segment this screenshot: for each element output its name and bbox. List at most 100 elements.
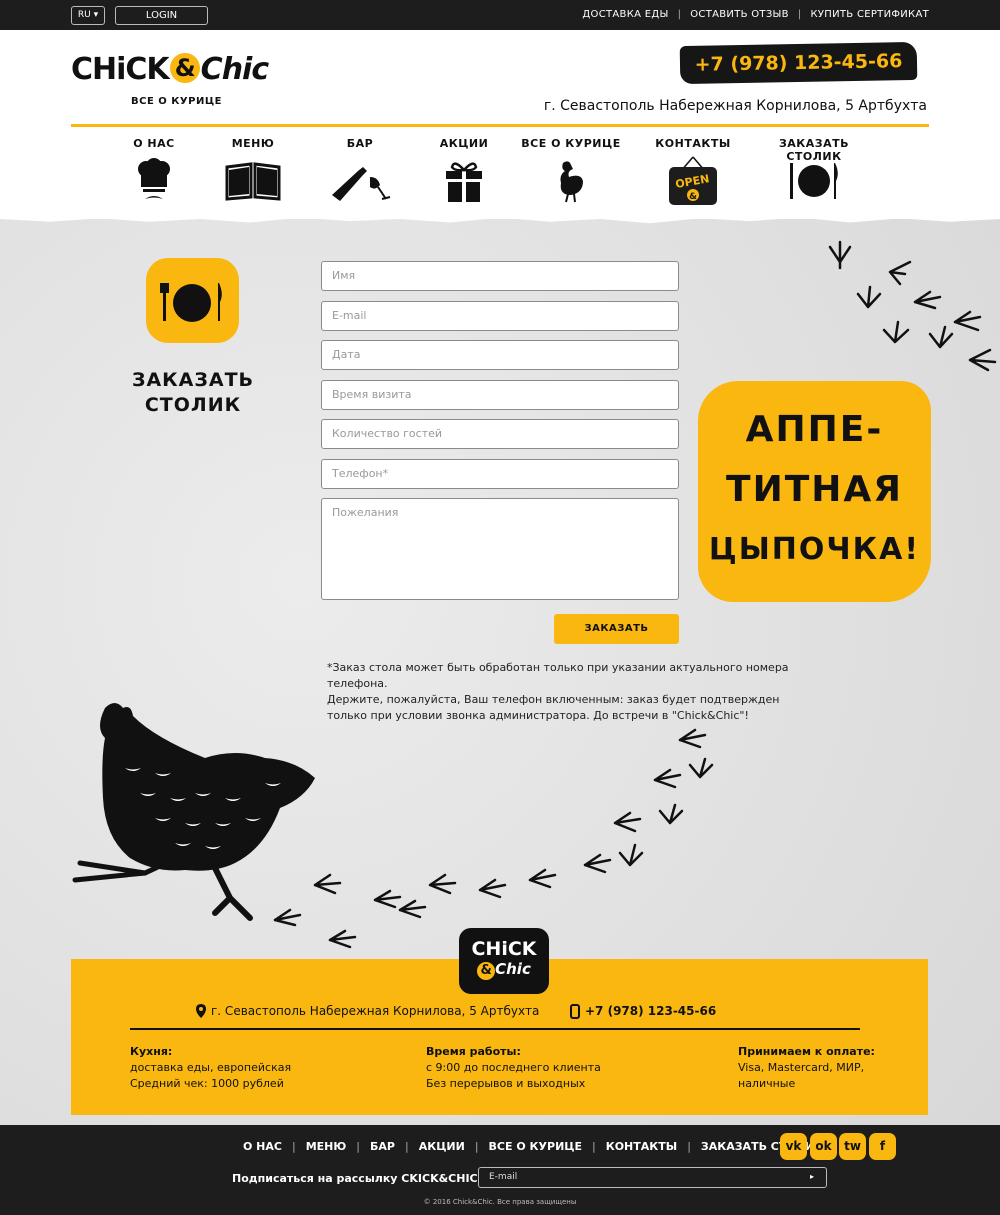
footer-logo-line2: & Chic bbox=[459, 960, 549, 980]
footer-col-text: Средний чек: 1000 рублей bbox=[130, 1077, 284, 1090]
header-divider bbox=[71, 124, 929, 127]
header-phone[interactable]: +7 (978) 123-45-66 bbox=[679, 41, 918, 85]
nav-item-reserve[interactable]: ЗАКАЗАТЬ СТОЛИК bbox=[759, 137, 869, 203]
promo-line: ЦЫПОЧКА! bbox=[708, 532, 921, 567]
subscribe-email-input[interactable]: E-mail bbox=[478, 1167, 827, 1188]
separator: | bbox=[797, 9, 802, 20]
copyright: © 2016 Chick&Chic. Все права защищены bbox=[423, 1198, 577, 1206]
guests-input[interactable]: Количество гостей bbox=[321, 419, 679, 449]
footer-col-cuisine: Кухня: доставка еды, европейская Средний… bbox=[130, 1044, 291, 1092]
separator: | bbox=[291, 1140, 296, 1153]
footer-nav-about[interactable]: О НАС bbox=[243, 1140, 282, 1153]
separator: | bbox=[356, 1140, 361, 1153]
nav-label: КОНТАКТЫ bbox=[655, 137, 731, 150]
subscribe-arrow-icon[interactable]: ▸ bbox=[810, 1172, 814, 1181]
top-nav: ДОСТАВКА ЕДЫ | ОСТАВИТЬ ОТЗЫВ | КУПИТЬ С… bbox=[582, 9, 929, 20]
nav-item-about[interactable]: О НАС bbox=[99, 137, 209, 203]
plate-icon bbox=[160, 283, 222, 322]
footer-col-hours: Время работы: с 9:00 до последнего клиен… bbox=[426, 1044, 601, 1092]
nav-label: БАР bbox=[346, 137, 374, 150]
nav-label: ЗАКАЗАТЬ СТОЛИК bbox=[778, 137, 850, 163]
footer-nav-chicken[interactable]: ВСЕ О КУРИЦЕ bbox=[489, 1140, 582, 1153]
footer-col-text: Без перерывов и выходных bbox=[426, 1077, 586, 1090]
note-line: *Заказ стола может быть обработан только… bbox=[327, 661, 789, 690]
top-link-certificate[interactable]: КУПИТЬ СЕРТИФИКАТ bbox=[811, 9, 930, 20]
chicken-icon bbox=[541, 159, 601, 203]
open-sign-icon: OPEN & bbox=[663, 156, 723, 205]
top-link-review[interactable]: ОСТАВИТЬ ОТЗЫВ bbox=[690, 9, 789, 20]
gift-icon bbox=[434, 159, 494, 203]
email-input[interactable]: E-mail bbox=[321, 300, 679, 331]
logo-tagline: ВСЕ О КУРИЦЕ bbox=[131, 96, 222, 107]
nav-item-promo[interactable]: АКЦИИ bbox=[409, 137, 519, 203]
nav-item-bar[interactable]: БАР bbox=[305, 137, 415, 203]
footer-col-title: Принимаем к оплате: bbox=[738, 1045, 875, 1058]
reserve-title: ЗАКАЗАТЬ СТОЛИК bbox=[125, 368, 261, 418]
footprints-decoration bbox=[273, 728, 714, 949]
top-bar: RU ▾ LOGIN ДОСТАВКА ЕДЫ | ОСТАВИТЬ ОТЗЫВ… bbox=[0, 0, 1000, 30]
vk-icon[interactable]: vk bbox=[780, 1133, 807, 1160]
logo-text-chick: CHiCK bbox=[71, 52, 170, 87]
wishes-textarea[interactable]: Пожелания bbox=[321, 498, 679, 600]
nav-label: АКЦИИ bbox=[439, 137, 489, 150]
footer-phone[interactable]: +7 (978) 123-45-66 bbox=[585, 1004, 716, 1018]
separator: | bbox=[687, 1140, 691, 1153]
bird-tracks-decoration bbox=[828, 240, 997, 372]
reserve-title-line: СТОЛИК bbox=[144, 394, 242, 416]
note-line: Держите, пожалуйста, Ваш телефон включен… bbox=[327, 693, 780, 706]
location-pin-icon bbox=[196, 1004, 206, 1018]
open-sign-amp: & bbox=[689, 192, 697, 202]
logo[interactable]: CHiCK & Chic ВСЕ О КУРИЦЕ bbox=[71, 52, 271, 112]
phone-icon bbox=[570, 1004, 580, 1019]
promo-text: АППЕ- ТИТНАЯ ЦЫПОЧКА! bbox=[698, 400, 931, 580]
name-input[interactable]: Имя bbox=[321, 261, 679, 291]
logo-amp: & bbox=[169, 53, 200, 83]
footer-nav-bar[interactable]: БАР bbox=[370, 1140, 395, 1153]
reserve-badge bbox=[146, 258, 239, 343]
footer-address: г. Севастополь Набережная Корнилова, 5 А… bbox=[211, 1004, 540, 1018]
footer-col-title: Кухня: bbox=[130, 1045, 173, 1058]
footer-col-text: Visa, Mastercard, МИР, bbox=[738, 1061, 865, 1074]
header-address: г. Севастополь Набережная Корнилова, 5 А… bbox=[543, 98, 927, 114]
reservation-form: Имя E-mail Дата Время визита Количество … bbox=[321, 261, 679, 610]
nav-item-contacts[interactable]: КОНТАКТЫ OPEN & bbox=[638, 137, 748, 205]
date-input[interactable]: Дата bbox=[321, 340, 679, 370]
logo-text-chic: Chic bbox=[200, 52, 269, 87]
separator: | bbox=[474, 1140, 479, 1153]
reserve-title-line: ЗАКАЗАТЬ bbox=[131, 369, 255, 391]
wine-icon bbox=[330, 159, 391, 203]
footer-logo-line1: CHiCK bbox=[471, 938, 537, 960]
time-input[interactable]: Время визита bbox=[321, 379, 679, 410]
main-nav: О НАС МЕНЮ БАР АКЦИИ ВСЕ О КУРИЦЕ КОНТАК… bbox=[100, 137, 900, 207]
footer-col-title: Время работы: bbox=[426, 1045, 521, 1058]
phone-input[interactable]: Телефон* bbox=[321, 458, 679, 489]
footer-nav-menu[interactable]: МЕНЮ bbox=[306, 1140, 347, 1153]
separator: | bbox=[677, 9, 682, 20]
top-link-delivery[interactable]: ДОСТАВКА ЕДЫ bbox=[582, 9, 668, 20]
footer-col-text: доставка еды, европейская bbox=[130, 1061, 292, 1074]
nav-item-menu[interactable]: МЕНЮ bbox=[198, 137, 308, 203]
nav-label: О НАС bbox=[133, 137, 175, 150]
promo-line: АППЕ- bbox=[745, 409, 884, 450]
footer-col-payment: Принимаем к оплате: Visa, Mastercard, МИ… bbox=[738, 1044, 875, 1092]
nav-label: МЕНЮ bbox=[231, 137, 275, 150]
plate-icon bbox=[784, 159, 844, 203]
login-button[interactable]: LOGIN bbox=[115, 6, 208, 25]
submit-button[interactable]: ЗАКАЗАТЬ bbox=[554, 614, 679, 644]
promo-line: ТИТНАЯ bbox=[726, 469, 903, 510]
odnoklassniki-icon[interactable]: ok bbox=[810, 1133, 837, 1160]
footer-nav: О НАС | МЕНЮ | БАР | АКЦИИ | ВСЕ О КУРИЦЕ | К… bbox=[243, 1140, 823, 1153]
facebook-icon[interactable]: f bbox=[869, 1133, 896, 1160]
footer-logo-amp: & bbox=[477, 962, 496, 980]
logo-wordmark: CHiCK & Chic bbox=[71, 52, 269, 87]
subscribe-label: Подписаться на рассылку CKICK&CHIC: bbox=[232, 1172, 483, 1185]
language-select[interactable]: RU ▾ bbox=[71, 6, 105, 25]
footer-nav-promo[interactable]: АКЦИИ bbox=[419, 1140, 465, 1153]
book-icon bbox=[223, 159, 283, 203]
nav-item-chicken[interactable]: ВСЕ О КУРИЦЕ bbox=[516, 137, 626, 203]
nav-label: ВСЕ О КУРИЦЕ bbox=[521, 137, 621, 150]
footer-nav-contacts[interactable]: КОНТАКТЫ bbox=[606, 1140, 677, 1153]
footer-divider bbox=[130, 1028, 860, 1030]
twitter-icon[interactable]: tw bbox=[839, 1133, 866, 1160]
footer-logo[interactable]: CHiCK & Chic bbox=[459, 928, 549, 994]
